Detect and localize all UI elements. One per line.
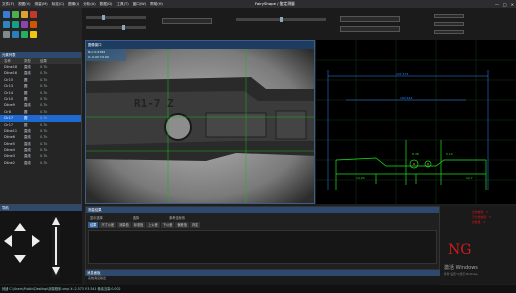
measure-run-icon[interactable]	[21, 31, 28, 38]
result-tab[interactable]: 偏差值	[175, 222, 189, 228]
ng-indicator: NG	[448, 242, 472, 258]
settings-icon[interactable]	[30, 31, 37, 38]
status-bar: 就绪 C:\Users\Public\Desktop\测量程序.vmp X:-2…	[0, 285, 516, 293]
result-tab[interactable]: 测量值	[117, 222, 131, 228]
window-controls: — □ ✕	[495, 0, 514, 8]
angle-tool-icon[interactable]	[12, 31, 19, 38]
element-name: Dline2	[4, 160, 15, 165]
coord-readout: X:-0.00 Y:0.00	[88, 55, 109, 59]
distance-tool-icon[interactable]	[3, 31, 10, 38]
ok-count: 合格数量：0	[472, 210, 488, 214]
result-tab[interactable]: 标准值	[131, 222, 146, 228]
app-title: FairyShape / 鉴定测量	[255, 1, 295, 6]
result-panel: 测量结果 显示选择 选择 参考坐标系 结果 尺寸公差 测量值 标准值 上公差 下公差 偏差值…	[85, 206, 440, 270]
image-window[interactable]: 图像窗口 Ncc:0.9784 X:-0.00 Y:0.00 R1-7 Z	[85, 40, 315, 204]
maximize-button[interactable]: □	[503, 2, 507, 7]
result-tabs: 结果 尺寸公差 测量值 标准值 上公差 下公差 偏差值 判定	[86, 222, 439, 228]
light-settings-panel	[230, 8, 430, 40]
result-tab[interactable]: 上公差	[146, 222, 160, 228]
point-tool-icon[interactable]	[30, 21, 37, 28]
total-count: 总数量：0	[472, 220, 485, 224]
menu-tools[interactable]: 工具(T)	[116, 2, 128, 7]
element-type: 直线	[24, 160, 31, 165]
stop-icon[interactable]	[30, 11, 37, 18]
close-button[interactable]: ✕	[511, 2, 514, 7]
arc-tool-icon[interactable]	[21, 21, 28, 28]
ng-count: 不合格数量：0	[472, 215, 491, 219]
cad-plot-window[interactable]: 121.572 102.614 14.20 8.48 5.10 12.7	[316, 40, 516, 204]
display-select-label[interactable]: 显示选择	[90, 215, 103, 220]
element-list: Dline18 直线 0.7k Dline16 直线 0.7k Cir15 圆 0.7k Cir1…	[0, 64, 81, 166]
element-row[interactable]: Dline2 直线 0.7k	[0, 160, 81, 166]
nav-title: 导航	[0, 205, 82, 211]
dim-label-1: 121.572	[396, 72, 409, 76]
save-icon[interactable]	[12, 11, 19, 18]
z-axis-slider[interactable]	[52, 217, 60, 277]
arrow-down-icon[interactable]	[14, 255, 26, 263]
message-text: 系统消息输出	[88, 276, 107, 280]
element-value: 0.7k	[40, 160, 48, 165]
minimize-button[interactable]: —	[495, 2, 499, 7]
nav-panel: 导航	[0, 204, 82, 284]
menu-image[interactable]: 图像(I)	[68, 2, 79, 7]
element-list-panel: 元素列表 名称 类型 结果 Dline18 直线 0.7k Dline16 直线 0.7k…	[0, 52, 82, 204]
activate-windows-hint: 转到“设置”以激活 Windows。	[444, 273, 480, 276]
arrow-up-icon[interactable]	[14, 223, 26, 231]
judge-panel: 合格数量：0 不合格数量：0 总数量：0 NG 激活 Windows 转到“设置…	[440, 206, 516, 284]
arrow-left-icon[interactable]	[4, 235, 12, 247]
menu-window[interactable]: 窗口(W)	[133, 2, 147, 7]
menu-file[interactable]: 文件(F)	[2, 2, 14, 7]
message-panel: 消息面板 系统消息输出	[85, 270, 440, 285]
open-icon[interactable]	[3, 11, 10, 18]
arrow-right-icon[interactable]	[32, 235, 40, 247]
cad-plot	[316, 40, 516, 204]
menu-measure[interactable]: 测量(M)	[35, 2, 48, 7]
dim-label-6: 12.7	[466, 176, 473, 180]
camera-image	[86, 41, 314, 203]
circle-tool-icon[interactable]	[12, 21, 19, 28]
menu-analyze[interactable]: 分析(A)	[83, 2, 95, 7]
camera-settings-panel	[82, 8, 230, 40]
ref-coord-label[interactable]: 参考坐标系	[169, 215, 185, 220]
coordinate-panel	[430, 8, 516, 40]
part-label: R1-7 Z	[134, 97, 174, 110]
menu-calibrate[interactable]: 标定(C)	[52, 2, 65, 7]
result-tab[interactable]: 下公差	[160, 222, 175, 228]
toolbar	[0, 8, 82, 52]
result-filter-row: 显示选择 选择 参考坐标系	[86, 213, 439, 222]
menu-help[interactable]: 帮助(H)	[150, 2, 163, 7]
image-window-title: 图像窗口	[88, 43, 102, 47]
result-tab[interactable]: 结果	[88, 222, 99, 228]
ncc-readout: Ncc:0.9784	[88, 50, 106, 54]
result-tab[interactable]: 判定	[189, 222, 201, 228]
dim-label-3: 14.20	[356, 176, 365, 180]
dim-label-5: 5.10	[446, 152, 453, 156]
dim-label-2: 102.614	[400, 96, 413, 100]
dim-label-4: 8.48	[412, 152, 419, 156]
menu-view[interactable]: 视图(V)	[18, 2, 30, 7]
menu-data[interactable]: 数据(D)	[100, 2, 113, 7]
line-tool-icon[interactable]	[3, 21, 10, 28]
activate-windows-title: 激活 Windows	[444, 265, 478, 271]
camera-icon[interactable]	[21, 11, 28, 18]
result-table	[88, 230, 437, 264]
result-tab[interactable]: 尺寸公差	[99, 222, 117, 228]
select-label[interactable]: 选择	[133, 215, 139, 220]
